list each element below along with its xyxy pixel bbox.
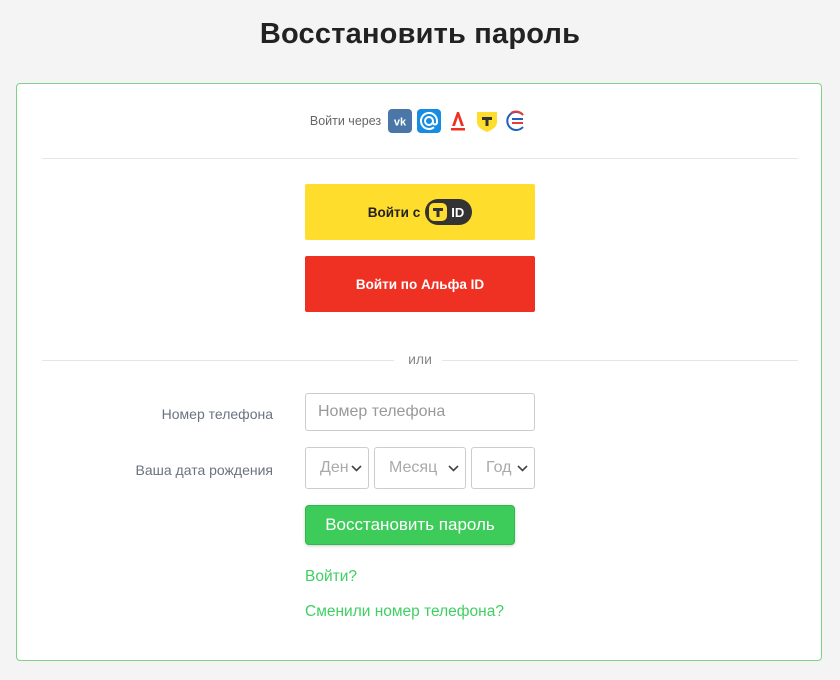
birth-year-select[interactable]: Год (471, 447, 535, 489)
alfa-id-login-button[interactable]: Войти по Альфа ID (305, 256, 535, 312)
social-login-row: Войти через vk (17, 108, 821, 134)
phone-label: Номер телефона (161, 406, 273, 422)
or-divider: или (42, 350, 798, 370)
tid-login-label: Войти с (367, 204, 421, 220)
birth-year-placeholder: Год (486, 459, 512, 476)
tid-login-button[interactable]: Войти с ID (305, 184, 535, 240)
alfa-icon[interactable] (446, 109, 470, 133)
restore-card: Войти через vk Войти с ID Войти по Альфа… (16, 83, 822, 661)
tid-logo: ID (425, 199, 473, 225)
chevron-down-icon (445, 464, 461, 472)
birth-day-select[interactable]: День (305, 447, 369, 489)
changed-phone-link[interactable]: Сменили номер телефона? (305, 603, 504, 621)
social-divider (42, 158, 798, 159)
social-login-label: Войти через (309, 114, 382, 128)
tid-badge-text: ID (451, 204, 465, 220)
tinkoff-icon[interactable] (475, 109, 499, 133)
tinkoff-shield-icon (429, 203, 448, 221)
mail-ru-icon[interactable] (417, 109, 442, 133)
chevron-down-icon (514, 464, 530, 472)
or-divider-right-line (442, 360, 798, 361)
chevron-down-icon (348, 464, 364, 472)
gosuslugi-icon[interactable] (504, 109, 528, 133)
phone-input[interactable] (305, 393, 535, 431)
login-link[interactable]: Войти? (305, 568, 357, 586)
svg-text:vk: vk (394, 117, 407, 129)
or-divider-text: или (408, 351, 432, 367)
birth-day-placeholder: День (320, 459, 348, 476)
birthdate-label: Ваша дата рождения (135, 462, 273, 478)
vk-icon[interactable]: vk (388, 109, 413, 133)
birth-month-select[interactable]: Месяц (374, 447, 466, 489)
page-title: Восстановить пароль (259, 18, 581, 50)
restore-password-button[interactable]: Восстановить пароль (305, 505, 515, 545)
birth-month-placeholder: Месяц (389, 459, 438, 476)
